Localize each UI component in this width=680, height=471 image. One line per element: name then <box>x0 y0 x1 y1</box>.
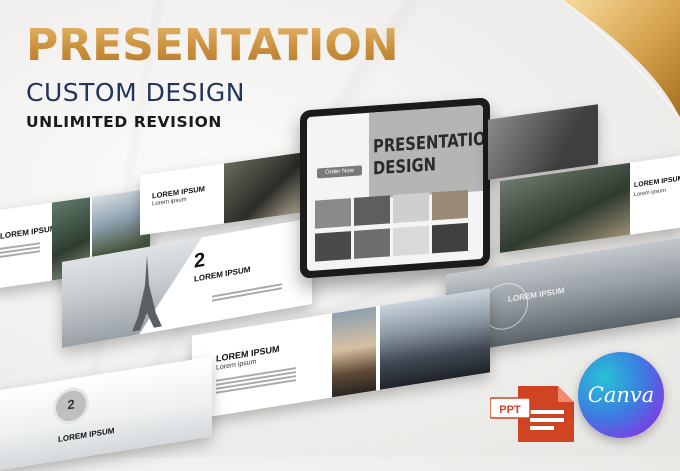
thumbnail <box>432 222 468 253</box>
thumbnail <box>354 227 390 259</box>
thumbnail <box>354 195 390 226</box>
canva-logo-icon: Canva <box>578 352 664 438</box>
slide-subtitle: Lorem ipsum <box>634 187 666 199</box>
thumbnail <box>315 230 351 262</box>
headline-title: PRESENTATION <box>26 20 399 71</box>
slide-number: 2 <box>67 396 75 413</box>
eiffel-tower-icon <box>132 255 162 332</box>
order-now-button[interactable]: Order Now <box>317 165 363 179</box>
slide-number: 2 <box>194 248 206 273</box>
number-circle: 2 <box>56 388 86 424</box>
ppt-file-icon: PPT <box>490 386 574 442</box>
gold-corner-curl <box>562 0 680 118</box>
slide-title: LOREM IPSUM <box>634 175 680 190</box>
slide-photo <box>224 152 300 224</box>
thumbnail <box>315 198 351 229</box>
headline-subtitle: CUSTOM DESIGN <box>26 78 245 107</box>
slide-photo <box>380 288 490 390</box>
thumbnail <box>393 192 429 224</box>
ppt-label: PPT <box>499 404 521 416</box>
canva-label: Canva <box>587 383 655 407</box>
tablet-screen: PRESENTATION DESIGN Order Now <box>307 104 483 272</box>
slide-title: LOREM IPSUM <box>0 223 57 241</box>
tablet-heading-2: DESIGN <box>373 154 436 180</box>
slide-text-lines <box>0 240 40 260</box>
thumbnail <box>432 189 468 221</box>
slide-photo <box>332 306 376 398</box>
thumbnail <box>393 225 429 256</box>
tablet-mockup: PRESENTATION DESIGN Order Now <box>300 97 490 279</box>
tablet-thumbnails <box>315 189 475 262</box>
slide-text-lines <box>212 281 282 303</box>
slide-title: LOREM IPSUM <box>58 426 115 444</box>
